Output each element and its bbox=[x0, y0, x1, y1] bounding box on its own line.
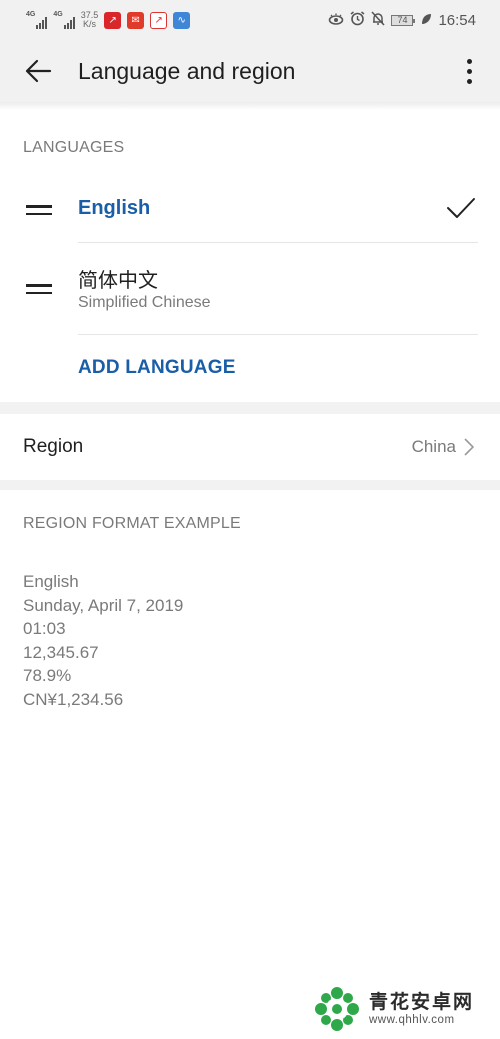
language-subtitle: Simplified Chinese bbox=[78, 294, 211, 311]
alarm-icon bbox=[350, 11, 365, 29]
status-left: 4G 4G 37.5 K/s ↗ ✉ ↗ ∿ bbox=[26, 10, 191, 29]
app-bar-shadow bbox=[0, 102, 500, 110]
example-time: 01:03 bbox=[23, 619, 66, 638]
language-item-english[interactable]: English bbox=[0, 180, 500, 242]
divider bbox=[78, 334, 478, 335]
power-saving-leaf-icon bbox=[421, 12, 432, 28]
watermark-name: 青花安卓网 bbox=[369, 992, 475, 1013]
region-label: Region bbox=[23, 436, 84, 457]
language-name: 简体中文 bbox=[78, 270, 158, 292]
clock: 16:54 bbox=[438, 11, 476, 29]
section-gap bbox=[0, 480, 500, 490]
language-item-chinese[interactable]: 简体中文 Simplified Chinese bbox=[0, 243, 500, 334]
chart-app-icon: ∿ bbox=[173, 11, 191, 29]
example-language: English bbox=[23, 572, 79, 591]
drag-handle-icon[interactable] bbox=[26, 205, 52, 215]
stock-app-icon: ↗ bbox=[104, 11, 122, 29]
page-title: Language and region bbox=[78, 57, 296, 84]
app-bar: Language and region bbox=[0, 40, 500, 102]
example-number: 12,345.67 bbox=[23, 642, 99, 662]
eye-comfort-icon bbox=[328, 12, 344, 28]
region-format-header: REGION FORMAT EXAMPLE bbox=[23, 515, 241, 532]
sim1-signal-icon: 4G bbox=[26, 11, 48, 29]
more-options-button[interactable] bbox=[456, 51, 482, 91]
arrow-left-icon bbox=[25, 59, 52, 83]
languages-header: LANGUAGES bbox=[23, 139, 125, 156]
battery-icon: 74 bbox=[391, 14, 416, 26]
region-row[interactable]: Region China bbox=[0, 414, 500, 480]
section-gap bbox=[0, 402, 500, 414]
status-right: 74 16:54 bbox=[328, 11, 476, 29]
example-currency: CN¥1,234.56 bbox=[23, 689, 124, 709]
region-format-example: English Sunday, April 7, 2019 01:03 12,3… bbox=[23, 570, 183, 711]
status-bar: 4G 4G 37.5 K/s ↗ ✉ ↗ ∿ 74 16:54 bbox=[0, 0, 500, 40]
network-speed: 37.5 K/s bbox=[80, 10, 99, 29]
more-vert-icon bbox=[466, 58, 472, 64]
drag-handle-icon[interactable] bbox=[26, 284, 52, 294]
language-name: English bbox=[78, 197, 151, 219]
finance-app-icon: ↗ bbox=[150, 11, 168, 29]
sim2-signal-icon: 4G bbox=[53, 11, 75, 29]
region-value: China bbox=[411, 437, 456, 456]
example-percent: 78.9% bbox=[23, 666, 72, 685]
chevron-right-icon bbox=[464, 438, 474, 456]
bell-muted-icon bbox=[371, 11, 386, 29]
news-app-icon: ✉ bbox=[127, 11, 145, 29]
add-language-button[interactable]: ADD LANGUAGE bbox=[78, 357, 236, 379]
watermark-url: www.qhhlv.com bbox=[369, 1014, 455, 1026]
watermark: 青花安卓网 www.qhhlv.com bbox=[313, 985, 474, 1033]
watermark-logo-icon bbox=[315, 987, 359, 1031]
checkmark-icon bbox=[447, 198, 475, 218]
example-date: Sunday, April 7, 2019 bbox=[23, 595, 184, 615]
back-button[interactable] bbox=[18, 51, 58, 91]
